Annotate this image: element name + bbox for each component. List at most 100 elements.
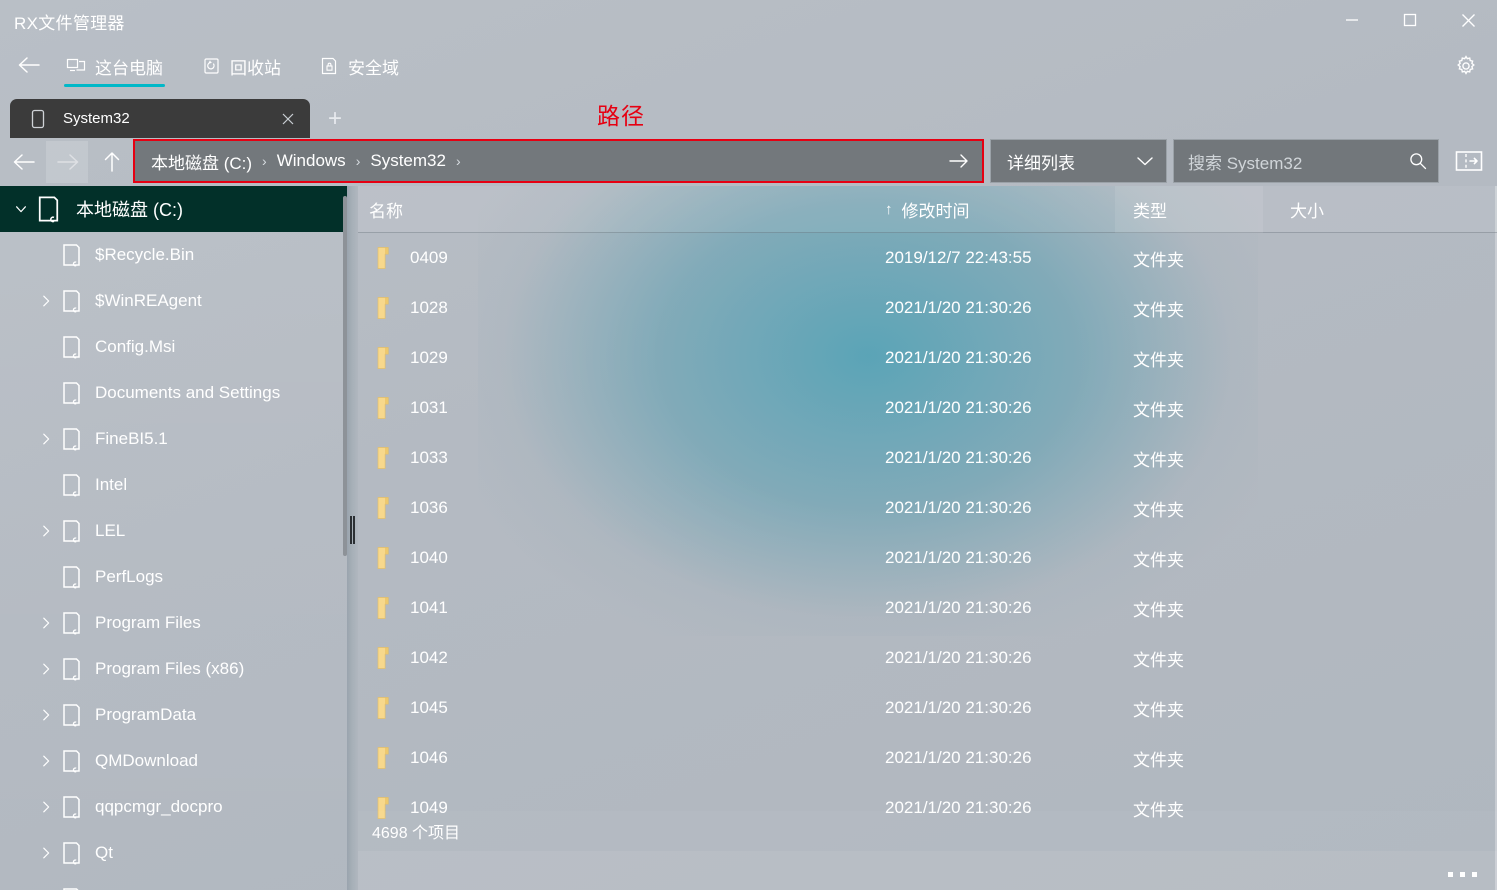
breadcrumb-separator[interactable]: ›: [346, 153, 371, 169]
nav-tab-security-domain[interactable]: 安全域: [313, 44, 405, 88]
nav-tab-this-pc[interactable]: 这台电脑: [60, 44, 169, 88]
tree-item-documents-and-settings[interactable]: Documents and Settings: [0, 370, 348, 416]
column-header-modified[interactable]: ↑ 修改时间: [871, 186, 1115, 233]
table-row[interactable]: 0409 2019/12/7 22:43:55 文件夹: [358, 233, 1497, 283]
chevron-right-icon: [43, 433, 50, 445]
breadcrumb-item-system32[interactable]: System32: [370, 151, 446, 171]
file-type-label: 文件夹: [1133, 550, 1184, 570]
breadcrumb-item-drive[interactable]: 本地磁盘 (C:): [151, 149, 252, 174]
app-title: RX文件管理器: [14, 14, 125, 33]
tree-item-perflogs[interactable]: PerfLogs: [0, 554, 348, 600]
preview-pane-button[interactable]: [1449, 141, 1489, 181]
back-button[interactable]: [4, 141, 46, 183]
tree-item-recycle-bin[interactable]: $Recycle.Bin: [0, 232, 348, 278]
table-row[interactable]: 1042 2021/1/20 21:30:26 文件夹: [358, 633, 1497, 683]
breadcrumb-separator[interactable]: ›: [446, 153, 471, 169]
pane-splitter[interactable]: [347, 186, 358, 890]
table-row[interactable]: 1028 2021/1/20 21:30:26 文件夹: [358, 283, 1497, 333]
gear-icon: [1457, 55, 1475, 75]
breadcrumb-item-windows[interactable]: Windows: [277, 151, 346, 171]
column-header-name[interactable]: 名称: [358, 186, 871, 233]
minimize-button[interactable]: [1323, 0, 1381, 40]
column-header-type[interactable]: 类型: [1115, 186, 1263, 233]
chevron-right-icon[interactable]: [31, 416, 61, 462]
breadcrumb-separator[interactable]: ›: [252, 153, 277, 169]
tree-item-programdata[interactable]: ProgramData: [0, 692, 348, 738]
settings-button[interactable]: [1445, 45, 1487, 87]
table-row[interactable]: 1041 2021/1/20 21:30:26 文件夹: [358, 583, 1497, 633]
address-toolbar: 本地磁盘 (C:) › Windows › System32 › 详细列表 搜索…: [0, 138, 1497, 186]
chevron-right-icon[interactable]: [31, 692, 61, 738]
file-name-label: 1033: [410, 448, 448, 467]
table-row[interactable]: 1045 2021/1/20 21:30:26 文件夹: [358, 683, 1497, 733]
view-mode-select[interactable]: 详细列表: [990, 139, 1167, 183]
new-tab-button[interactable]: +: [318, 104, 352, 134]
table-row[interactable]: 1046 2021/1/20 21:30:26 文件夹: [358, 733, 1497, 783]
file-tab-system32[interactable]: System32: [10, 99, 310, 138]
chevron-right-icon[interactable]: [31, 508, 61, 554]
file-rows[interactable]: 0409 2019/12/7 22:43:55 文件夹 1028 2021/1/20 2…: [358, 233, 1497, 845]
tree-item-program-files[interactable]: Program Files: [0, 600, 348, 646]
table-row[interactable]: 1040 2021/1/20 21:30:26 文件夹: [358, 533, 1497, 583]
folder-icon: [377, 697, 389, 719]
cell-modified: 2021/1/20 21:30:26: [871, 548, 1115, 568]
cell-modified: 2021/1/20 21:30:26: [871, 298, 1115, 318]
file-manager-window: RX文件管理器 这台电脑 回收站 安全域 路径 System32 + 本地磁盘 …: [0, 0, 1497, 890]
chevron-right-icon[interactable]: [31, 738, 61, 784]
cell-name: 0409: [358, 246, 871, 270]
maximize-button[interactable]: [1381, 0, 1439, 40]
tree-item-label: 本地磁盘 (C:): [76, 200, 183, 220]
file-tab-close-button[interactable]: [271, 102, 305, 136]
go-button[interactable]: [944, 146, 974, 176]
table-row[interactable]: 1029 2021/1/20 21:30:26 文件夹: [358, 333, 1497, 383]
tree-item-lel[interactable]: LEL: [0, 508, 348, 554]
cell-name: 1041: [358, 596, 871, 620]
tree-item-program-files-x86[interactable]: Program Files (x86): [0, 646, 348, 692]
tree-item-label: FineBI5.1: [95, 429, 168, 448]
table-row[interactable]: 1033 2021/1/20 21:30:26 文件夹: [358, 433, 1497, 483]
chevron-right-icon[interactable]: [31, 830, 61, 876]
address-bar[interactable]: 本地磁盘 (C:) › Windows › System32 ›: [133, 139, 984, 183]
tree-item-c[interactable]: 本地磁盘 (C:): [0, 186, 348, 232]
search-icon[interactable]: [1408, 151, 1428, 171]
folder-tree-sidebar[interactable]: 本地磁盘 (C:) $Recycle.Bin $WinREAgent Config.M…: [0, 186, 348, 890]
folder-icon: [377, 747, 389, 769]
tree-item-qt[interactable]: Qt: [0, 830, 348, 876]
nav-tab-recycle-bin[interactable]: 回收站: [195, 44, 287, 88]
column-header-size[interactable]: 大小: [1263, 186, 1497, 233]
forward-button[interactable]: [46, 141, 88, 183]
tree-item-finebi5-1[interactable]: FineBI5.1: [0, 416, 348, 462]
close-button[interactable]: [1439, 0, 1497, 40]
chevron-right-icon[interactable]: [31, 784, 61, 830]
tree-item-qqpcmgr-docpro[interactable]: qqpcmgr_docpro: [0, 784, 348, 830]
nav-bar: 这台电脑 回收站 安全域: [0, 40, 1497, 92]
chevron-right-icon[interactable]: [31, 278, 61, 324]
more-options-icon[interactable]: [1448, 872, 1477, 877]
cell-name: 1031: [358, 396, 871, 420]
nav-tab-security-domain-label: 安全域: [348, 58, 399, 78]
cell-modified: 2021/1/20 21:30:26: [871, 598, 1115, 618]
table-row[interactable]: 1036 2021/1/20 21:30:26 文件夹: [358, 483, 1497, 533]
global-back-button[interactable]: [8, 44, 50, 86]
tree-item-intel[interactable]: Intel: [0, 462, 348, 508]
tree-item-label: Documents and Settings: [95, 383, 281, 402]
column-headers: 名称 ↑ 修改时间 类型 大小: [358, 186, 1497, 233]
up-button[interactable]: [91, 141, 133, 183]
search-input[interactable]: 搜索 System32: [1173, 139, 1439, 183]
close-icon: [282, 113, 294, 124]
file-name-label: 1028: [410, 298, 448, 317]
tree-item-winreagent[interactable]: $WinREAgent: [0, 278, 348, 324]
file-modified-label: 2021/1/20 21:30:26: [885, 398, 1032, 417]
breadcrumb: 本地磁盘 (C:) › Windows › System32 ›: [151, 149, 944, 174]
folder-outline-icon: [63, 520, 80, 543]
table-row[interactable]: 1031 2021/1/20 21:30:26 文件夹: [358, 383, 1497, 433]
chevron-right-icon[interactable]: [31, 646, 61, 692]
chevron-right-icon: [43, 755, 50, 767]
view-mode-label: 详细列表: [1007, 153, 1075, 173]
file-modified-label: 2021/1/20 21:30:26: [885, 298, 1032, 317]
tree-item[interactable]: [0, 876, 348, 890]
chevron-down-icon[interactable]: [6, 186, 36, 232]
tree-item-config-msi[interactable]: Config.Msi: [0, 324, 348, 370]
chevron-right-icon[interactable]: [31, 600, 61, 646]
tree-item-qmdownload[interactable]: QMDownload: [0, 738, 348, 784]
